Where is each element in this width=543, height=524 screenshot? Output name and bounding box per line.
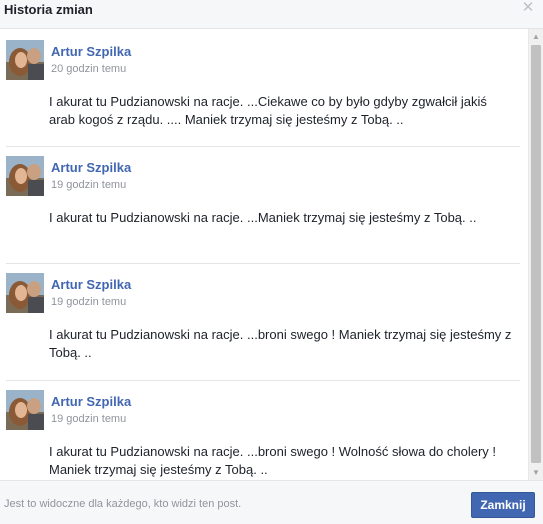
scrollbar-thumb[interactable] [531,45,541,463]
entry-text: I akurat tu Pudzianowski na racje. ...br… [49,444,497,477]
avatar[interactable] [6,40,44,80]
entry-text: I akurat tu Pudzianowski na racje. ...Ma… [49,210,477,225]
history-entry: Artur Szpilka 19 godzin temu I akurat tu… [0,263,520,381]
edit-history-dialog: Historia zmian ✕ Artur Szpilka 20 godzin… [0,0,543,524]
timestamp[interactable]: 20 godzin temu [51,63,126,75]
author-link[interactable]: Artur Szpilka [51,394,131,409]
scroll-up-icon[interactable]: ▲ [529,29,543,44]
scrollbar[interactable]: ▲ ▼ [528,29,543,480]
entry-text: I akurat tu Pudzianowski na racje. ...Ci… [49,94,487,127]
close-button[interactable]: Zamknij [471,492,535,518]
avatar[interactable] [6,156,44,196]
author-link[interactable]: Artur Szpilka [51,44,131,59]
timestamp[interactable]: 19 godzin temu [51,296,126,308]
entry-text: I akurat tu Pudzianowski na racje. ...br… [49,327,512,360]
dialog-title: Historia zmian [4,2,93,17]
visibility-note: Jest to widoczne dla każdego, kto widzi … [4,498,242,510]
history-list[interactable]: Artur Szpilka 20 godzin temu I akurat tu… [0,29,543,480]
avatar[interactable] [6,390,44,430]
author-link[interactable]: Artur Szpilka [51,277,131,292]
author-link[interactable]: Artur Szpilka [51,160,131,175]
history-entry: Artur Szpilka 19 godzin temu I akurat tu… [0,380,520,480]
dialog-footer: Jest to widoczne dla każdego, kto widzi … [0,480,543,524]
timestamp[interactable]: 19 godzin temu [51,413,126,425]
history-entry: Artur Szpilka 19 godzin temu I akurat tu… [0,146,520,264]
dialog-header: Historia zmian ✕ [0,0,543,29]
scroll-down-icon[interactable]: ▼ [529,465,543,480]
avatar[interactable] [6,273,44,313]
timestamp[interactable]: 19 godzin temu [51,179,126,191]
close-icon[interactable]: ✕ [521,0,535,15]
history-entry: Artur Szpilka 20 godzin temu I akurat tu… [0,29,520,147]
